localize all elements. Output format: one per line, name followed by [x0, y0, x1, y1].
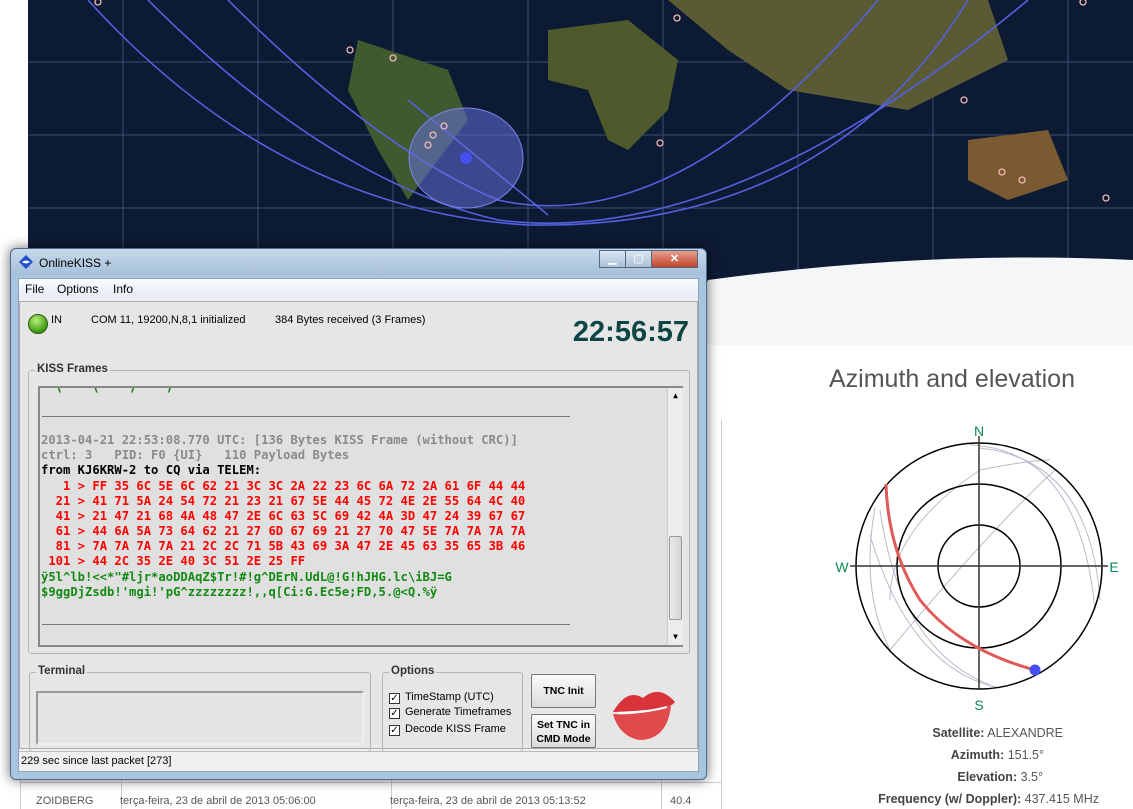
ascii-row: $9ggDjZsdb!'mgi!'pG^zzzzzzzz!,,q[Ci:G.Ec… — [41, 585, 438, 599]
satellite-info: Satellite: ALEXANDRE — [932, 726, 1063, 740]
frequency-value: 437.415 MHz — [1024, 792, 1099, 806]
title-bar[interactable]: OnlineKISS + ▁ ▢ ✕ — [11, 249, 706, 275]
compass-n: N — [974, 423, 984, 439]
option-decode-kiss[interactable]: ✓ Decode KISS Frame — [389, 723, 506, 736]
onlinekiss-window: OnlineKISS + ▁ ▢ ✕ File Options Info IN … — [10, 248, 707, 780]
option-timeframes[interactable]: ✓ Generate Timeframes — [389, 706, 511, 719]
hex-row: 101 > 44 2C 35 2E 40 3C 51 2E 25 FF — [41, 554, 306, 568]
frame-route: from KJ6KRW-2 to CQ via TELEM: — [41, 463, 262, 477]
option-label: Generate Timeframes — [405, 706, 512, 718]
satellite-value: ALEXANDRE — [987, 726, 1063, 740]
azimuth-info: Azimuth: 151.5° — [951, 748, 1044, 762]
terminal-group: Terminal — [29, 665, 371, 752]
satellite-marker[interactable] — [460, 152, 472, 164]
elevation-info: Elevation: 3.5° — [957, 770, 1043, 784]
options-title: Options — [389, 665, 437, 677]
kiss-frames-log[interactable]: ( ( ) ) 2013-04-21 22:53:08.770 UTC: [13… — [38, 386, 683, 647]
kiss-frames-group: KISS Frames ( ( ) ) 2013-04-21 22:53:08.… — [28, 363, 690, 654]
hex-row: 81 > 7A 7A 7A 7A 21 2C 2C 71 5B 43 69 3A… — [41, 539, 526, 553]
menu-options[interactable]: Options — [57, 282, 98, 296]
checkbox-icon[interactable]: ✓ — [389, 725, 400, 736]
cell-value: 40.4 — [670, 795, 692, 807]
hex-row: 1 > FF 35 6C 5E 6C 62 21 3C 3C 2A 22 23 … — [41, 479, 526, 493]
checkbox-icon[interactable]: ✓ — [389, 708, 400, 719]
status-led-icon — [28, 314, 48, 334]
option-label: Decode KISS Frame — [405, 723, 506, 735]
set-tnc-line2: CMD Mode — [536, 733, 591, 745]
option-label: TimeStamp (UTC) — [405, 691, 494, 703]
bytes-received: 384 Bytes received (3 Frames) — [275, 314, 426, 326]
cell-name: ZOIDBERG — [36, 795, 94, 807]
hex-row: 61 > 44 6A 5A 73 64 62 21 27 6D 67 69 21… — [41, 524, 526, 538]
close-button[interactable]: ✕ — [651, 250, 698, 268]
status-bar: 229 sec since last packet [273] — [19, 751, 698, 771]
azimuth-label: Azimuth: — [950, 748, 1005, 762]
hex-row: 21 > 41 71 5A 24 54 72 21 23 21 67 5E 44… — [41, 494, 526, 508]
polar-plot: N S W E — [835, 423, 1118, 713]
compass-s: S — [974, 697, 983, 713]
elevation-label: Elevation: — [957, 770, 1018, 784]
set-tnc-line1: Set TNC in — [536, 719, 591, 731]
compass-w: W — [835, 559, 849, 575]
azimuth-value: 151.5° — [1007, 748, 1044, 762]
elevation-value: 3.5° — [1020, 770, 1043, 784]
terminal-input[interactable] — [36, 691, 364, 745]
ascii-row: ÿ5l^lb!<<*"#ljr*aoDDAqZ$Tr!#!g^DErN.UdL@… — [41, 570, 452, 584]
scrollbar-thumb[interactable] — [669, 536, 682, 620]
led-label: IN — [51, 314, 62, 326]
frequency-info: Frequency (w/ Doppler): 437.415 MHz — [878, 792, 1099, 806]
frames-scrollbar[interactable]: ▲ ▼ — [667, 388, 683, 645]
minimize-button[interactable]: ▁ — [599, 250, 626, 268]
checkbox-icon[interactable]: ✓ — [389, 693, 400, 704]
window-title: OnlineKISS + — [39, 256, 112, 270]
frame-ctrl: ctrl: 3 PID: F0 {UI} 110 Payload Bytes — [41, 448, 350, 462]
option-timestamp[interactable]: ✓ TimeStamp (UTC) — [389, 691, 494, 704]
terminal-title: Terminal — [36, 665, 88, 677]
maximize-button[interactable]: ▢ — [625, 250, 652, 268]
compass-e: E — [1109, 559, 1118, 575]
cell-end: terça-feira, 23 de abril de 2013 05:13:5… — [390, 795, 586, 807]
lips-icon — [613, 691, 675, 740]
set-tnc-cmd-button[interactable]: Set TNC in CMD Mode — [531, 714, 596, 748]
options-group: Options ✓ TimeStamp (UTC) ✓ Generate Timef… — [382, 665, 523, 752]
azel-title: Azimuth and elevation — [829, 365, 1075, 393]
menu-file[interactable]: File — [25, 282, 44, 296]
satellite-label: Satellite: — [932, 726, 985, 740]
satellite-position — [1029, 664, 1041, 676]
menu-info[interactable]: Info — [113, 282, 133, 296]
frame-header: 2013-04-21 22:53:08.770 UTC: [136 Bytes … — [41, 433, 518, 447]
clock: 22:56:57 — [572, 316, 689, 348]
port-status: COM 11, 19200,N,8,1 initialized — [91, 314, 246, 326]
frequency-label: Frequency (w/ Doppler): — [878, 792, 1022, 806]
hex-row: 41 > 21 47 21 68 4A 48 47 2E 6C 63 5C 69… — [41, 509, 526, 523]
menu-bar: File Options Info — [19, 279, 698, 298]
cell-start: terça-feira, 23 de abril de 2013 05:06:0… — [120, 795, 316, 807]
kiss-frames-title: KISS Frames — [35, 363, 110, 375]
app-icon — [19, 255, 33, 269]
tnc-init-button[interactable]: TNC Init — [531, 674, 596, 708]
